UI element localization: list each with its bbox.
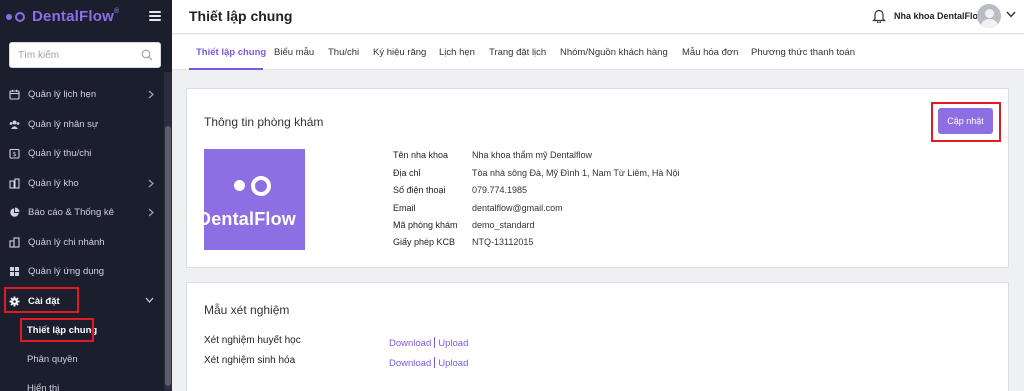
test-row-hematology: Xét nghiệm huyết học Download Upload bbox=[204, 335, 994, 351]
sidebar-item-label: Quản lý nhân sự bbox=[28, 118, 99, 130]
sidebar-scrollbar-thumb[interactable] bbox=[165, 126, 171, 386]
test-label: Xét nghiệm huyết học bbox=[204, 335, 301, 346]
menu-toggle-icon[interactable] bbox=[149, 11, 161, 21]
sidebar-item-apps[interactable]: Quản lý ứng dụng bbox=[0, 257, 164, 287]
tab-booking-page[interactable]: Trang đặt lịch bbox=[489, 47, 546, 58]
wallet-icon: $ bbox=[9, 148, 20, 159]
sidebar-item-reports[interactable]: Báo cáo & Thống kê bbox=[0, 198, 164, 228]
tab-appointments[interactable]: Lịch hẹn bbox=[439, 47, 475, 58]
test-actions: Download Upload bbox=[389, 337, 468, 349]
info-label: Địa chỉ bbox=[393, 168, 421, 178]
chevron-down-icon bbox=[145, 297, 154, 303]
sidebar: DentalFlow® Quản lý lịch hẹn Quản lý nhâ… bbox=[0, 0, 172, 391]
chevron-right-icon bbox=[148, 90, 154, 99]
info-label: Tên nha khoa bbox=[393, 150, 449, 160]
upload-link[interactable]: Upload bbox=[438, 358, 468, 369]
sidebar-subitem-label: Hiển thị bbox=[27, 383, 60, 391]
clinic-logo: DentalFlow bbox=[204, 149, 305, 250]
info-value: demo_standard bbox=[472, 220, 535, 230]
download-link[interactable]: Download bbox=[389, 358, 431, 369]
logo-mark-icon bbox=[6, 11, 25, 22]
tab-forms[interactable]: Biểu mẫu bbox=[274, 47, 314, 58]
info-value: NTQ-13112015 bbox=[472, 237, 534, 247]
search-icon[interactable] bbox=[141, 49, 153, 61]
sidebar-subitem-label: Phân quyền bbox=[27, 354, 78, 365]
avatar[interactable] bbox=[977, 4, 1001, 28]
page-title: Thiết lập chung bbox=[189, 8, 293, 24]
tab-finance[interactable]: Thu/chi bbox=[328, 47, 359, 58]
download-link[interactable]: Download bbox=[389, 338, 431, 349]
tab-payment-methods[interactable]: Phương thức thanh toán bbox=[751, 47, 855, 58]
branch-icon bbox=[9, 237, 20, 248]
apps-icon bbox=[9, 266, 20, 277]
sidebar-item-label: Báo cáo & Thống kê bbox=[28, 207, 114, 219]
highlight-settings bbox=[4, 287, 79, 313]
upload-link[interactable]: Upload bbox=[438, 338, 468, 349]
users-icon bbox=[9, 119, 20, 130]
bell-icon[interactable] bbox=[872, 8, 886, 23]
sidebar-search bbox=[9, 42, 161, 68]
info-label: Mã phòng khám bbox=[393, 220, 458, 230]
clinic-info-title: Thông tin phòng khám bbox=[204, 115, 324, 129]
test-row-biochemistry: Xét nghiệm sinh hóa Download Upload bbox=[204, 355, 994, 371]
sidebar-item-finance[interactable]: $ Quản lý thu/chi bbox=[0, 139, 164, 169]
tab-tooth-symbols[interactable]: Ký hiệu răng bbox=[373, 47, 426, 58]
sidebar-item-label: Quản lý lịch hẹn bbox=[28, 89, 97, 101]
sidebar-subitem-display[interactable]: Hiển thị bbox=[0, 374, 164, 391]
info-label: Email bbox=[393, 203, 416, 213]
top-bar: Thiết lập chung Nha khoa DentalFlow bbox=[172, 0, 1024, 34]
sidebar-item-label: Quản lý chi nhánh bbox=[28, 236, 105, 248]
tab-general[interactable]: Thiết lập chung bbox=[196, 47, 266, 58]
settings-tabs: Thiết lập chung Biểu mẫu Thu/chi Ký hiệu… bbox=[172, 35, 1024, 70]
search-input[interactable] bbox=[10, 43, 130, 67]
test-templates-card: Mẫu xét nghiệm Xét nghiệm huyết học Down… bbox=[186, 282, 1009, 391]
info-label: Số điện thoại bbox=[393, 185, 446, 195]
clinic-logo-text: DentalFlow bbox=[204, 209, 297, 229]
test-label: Xét nghiệm sinh hóa bbox=[204, 355, 296, 366]
chevron-right-icon bbox=[148, 179, 154, 187]
app-name: DentalFlow® bbox=[32, 8, 120, 25]
chevron-right-icon bbox=[148, 208, 154, 217]
warehouse-icon bbox=[9, 178, 20, 189]
info-value: Tòa nhà sông Đà, Mỹ Đình 1, Nam Từ Liêm,… bbox=[472, 168, 680, 178]
highlight-general-settings bbox=[20, 318, 94, 342]
tab-invoice-templates[interactable]: Mẫu hóa đơn bbox=[682, 47, 738, 58]
test-templates-title: Mẫu xét nghiệm bbox=[204, 303, 290, 317]
sidebar-item-branches[interactable]: Quản lý chi nhánh bbox=[0, 228, 164, 258]
sidebar-item-staff[interactable]: Quản lý nhân sự bbox=[0, 110, 164, 140]
sidebar-item-label: Quản lý thu/chi bbox=[28, 148, 92, 160]
sidebar-item-warehouse[interactable]: Quản lý kho bbox=[0, 169, 164, 199]
info-value: 079.774.1985 bbox=[472, 185, 528, 195]
sidebar-item-label: Quản lý kho bbox=[28, 177, 79, 189]
info-value: dentalflow@gmail.com bbox=[472, 203, 563, 213]
app-logo[interactable]: DentalFlow® bbox=[6, 8, 119, 25]
clinic-info-card: Thông tin phòng khám Cập nhật DentalFlow… bbox=[186, 88, 1009, 268]
calendar-icon bbox=[9, 89, 20, 100]
active-tab-indicator bbox=[189, 68, 263, 70]
clinic-name[interactable]: Nha khoa DentalFlow bbox=[894, 11, 985, 21]
sidebar-subitem-permissions[interactable]: Phân quyền bbox=[0, 345, 164, 374]
sidebar-item-label: Quản lý ứng dụng bbox=[28, 266, 105, 278]
chevron-down-icon[interactable] bbox=[1006, 11, 1016, 18]
info-value: Nha khoa thẩm mỹ Dentalflow bbox=[472, 150, 593, 160]
tab-customer-groups[interactable]: Nhóm/Nguồn khách hàng bbox=[560, 47, 668, 58]
svg-text:$: $ bbox=[13, 151, 17, 158]
pie-chart-icon bbox=[9, 207, 20, 218]
sidebar-menu: Quản lý lịch hẹn Quản lý nhân sự $ Quản … bbox=[0, 80, 164, 391]
sidebar-item-appointments[interactable]: Quản lý lịch hẹn bbox=[0, 80, 164, 110]
info-label: Giấy phép KCB bbox=[393, 237, 456, 247]
highlight-update-button bbox=[931, 102, 1001, 142]
test-actions: Download Upload bbox=[389, 357, 468, 369]
